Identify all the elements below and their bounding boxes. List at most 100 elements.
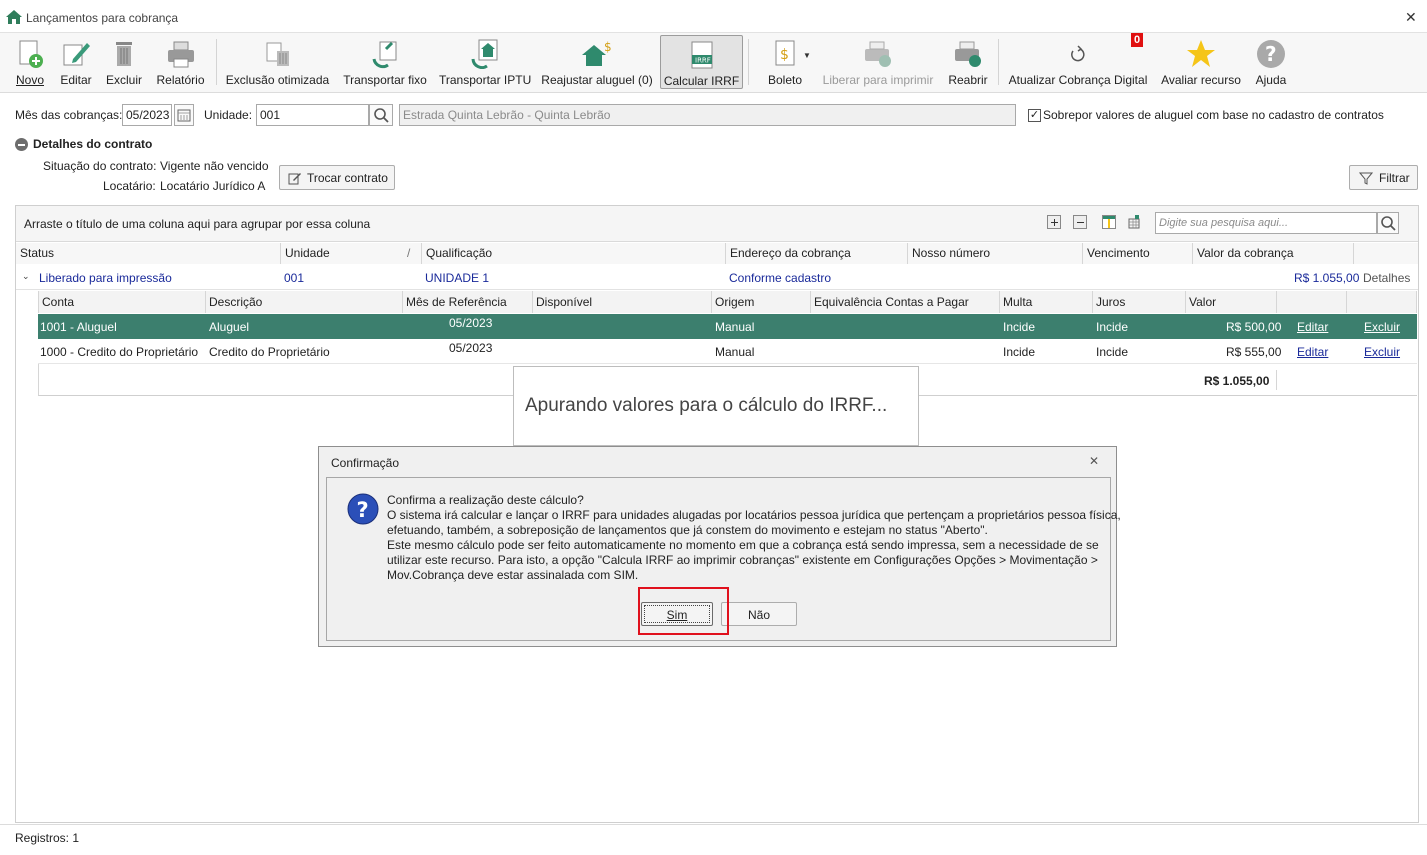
col-header-qualificacao[interactable]: Qualificação	[422, 243, 726, 264]
chevron-down-icon[interactable]: ⌄	[22, 271, 30, 282]
transportar-fixo-button[interactable]: Transportar fixo	[340, 35, 430, 89]
toolbar: Novo Editar Excluir Relatório Exclusão o…	[0, 33, 1427, 93]
svg-text:$: $	[604, 40, 612, 54]
group-panel: Arraste o título de uma coluna aqui para…	[16, 206, 1418, 242]
progress-text: Apurando valores para o cálculo do IRRF.…	[525, 395, 888, 416]
table-row[interactable]: 1001 - Aluguel Aluguel 05/2023 Manual In…	[38, 314, 1417, 339]
question-icon: ?	[347, 493, 379, 525]
house-money-icon: $	[582, 39, 612, 69]
registros-count: Registros: 1	[15, 831, 80, 845]
help-icon: ?	[1256, 39, 1286, 69]
window-title: Lançamentos para cobrança	[26, 11, 179, 25]
liberar-para-imprimir-button[interactable]: Liberar para imprimir	[820, 35, 936, 89]
sub-col-header-disponivel[interactable]: Disponível	[533, 291, 712, 313]
edit-icon	[288, 173, 301, 185]
filtrar-button[interactable]: Filtrar	[1349, 165, 1418, 190]
expand-all-icon[interactable]	[1047, 215, 1061, 229]
detalhes-link[interactable]: Detalhes	[1363, 271, 1410, 285]
col-header-endereco[interactable]: Endereço da cobrança	[726, 243, 908, 264]
progress-panel: Apurando valores para o cálculo do IRRF.…	[513, 366, 919, 446]
relatorio-button[interactable]: Relatório	[153, 35, 208, 89]
dialog-message: Confirma a realização deste cálculo? O s…	[387, 493, 1121, 582]
dialog-close-icon[interactable]: ✕	[1089, 454, 1099, 468]
boleto-button[interactable]: $ Boleto	[756, 35, 822, 89]
col-header-unidade[interactable]: Unidade /	[281, 243, 422, 264]
col-header-vencimento[interactable]: Vencimento	[1083, 243, 1193, 264]
unidade-label: Unidade:	[204, 108, 253, 122]
locatario-label: Locatário:	[103, 179, 156, 193]
title-bar: Lançamentos para cobrança ✕	[0, 0, 1427, 33]
unidade-input[interactable]: 001	[256, 104, 369, 126]
total-value: R$ 1.055,00	[1204, 374, 1270, 388]
mes-input[interactable]: 05/2023	[122, 104, 172, 126]
printer-reopen-icon	[953, 39, 983, 69]
editar-button[interactable]: Editar	[56, 35, 96, 89]
transport-icon	[370, 39, 400, 69]
grid-search-icon[interactable]	[1377, 212, 1399, 234]
grid-settings-icon[interactable]	[1127, 215, 1141, 229]
house-document-icon	[470, 39, 500, 70]
dialog-body: ? Confirma a realização deste cálculo? O…	[326, 477, 1121, 641]
new-document-icon	[15, 39, 45, 69]
ajuda-button[interactable]: ? Ajuda	[1252, 35, 1290, 89]
sobrepor-checkbox[interactable]: ✓	[1028, 109, 1041, 122]
excluir-link[interactable]: Excluir	[1364, 345, 1400, 359]
grid-search-input[interactable]: Digite sua pesquisa aqui...	[1155, 212, 1377, 234]
notification-badge: 0	[1131, 33, 1143, 47]
sub-col-header-conta[interactable]: Conta	[38, 291, 206, 313]
locatario-value: Locatário Jurídico A	[160, 179, 266, 193]
editar-link[interactable]: Editar	[1297, 320, 1328, 334]
boleto-dropdown-icon[interactable]: ▼	[803, 51, 811, 60]
close-icon[interactable]: ✕	[1405, 9, 1417, 26]
col-header-valor[interactable]: Valor da cobrança	[1193, 243, 1354, 264]
sub-col-header-valor[interactable]: Valor	[1186, 291, 1277, 313]
confirmation-dialog: Confirmação ✕ ? Confirma a realização de…	[318, 446, 1121, 647]
sub-col-header-mes-referencia[interactable]: Mês de Referência	[403, 291, 533, 313]
pencil-icon	[61, 39, 91, 69]
table-row[interactable]: 1000 - Credito do Proprietário Credito d…	[38, 339, 1417, 364]
reabrir-button[interactable]: Reabrir	[944, 35, 992, 89]
calendar-icon[interactable]	[174, 104, 194, 126]
unidade-description-field: Estrada Quinta Lebrão - Quinta Lebrão	[399, 104, 1016, 126]
novo-button[interactable]: Novo	[10, 35, 50, 89]
home-icon	[6, 10, 22, 24]
highlight-box	[638, 587, 729, 635]
mes-label: Mês das cobranças:	[15, 108, 123, 122]
columns-icon[interactable]	[1102, 215, 1116, 229]
calcular-irrf-button[interactable]: IRRF Calcular IRRF	[660, 35, 743, 89]
sub-col-header-origem[interactable]: Origem	[712, 291, 811, 313]
atualizar-cobranca-digital-button[interactable]: Atualizar Cobrança Digital	[1006, 35, 1150, 89]
sub-col-header-excluir	[1347, 291, 1417, 313]
sobrepor-label: Sobrepor valores de aluguel com base no …	[1043, 108, 1384, 122]
situacao-value: Vigente não vencido	[160, 159, 269, 173]
collapse-all-icon[interactable]	[1073, 215, 1087, 229]
optimized-delete-icon	[263, 39, 293, 69]
excluir-button[interactable]: Excluir	[103, 35, 145, 89]
table-row[interactable]: ⌄ Liberado para impressão 001 UNIDADE 1 …	[16, 265, 1418, 290]
search-icon[interactable]	[369, 104, 393, 126]
collapse-icon[interactable]	[15, 138, 28, 151]
trocar-contrato-button[interactable]: Trocar contrato	[279, 165, 395, 190]
situacao-label: Situação do contrato:	[43, 159, 157, 173]
editar-link[interactable]: Editar	[1297, 345, 1328, 359]
printer-icon	[166, 39, 196, 69]
toolbar-separator	[748, 39, 749, 85]
nao-button[interactable]: Não	[721, 602, 797, 626]
sub-col-header-equivalencia[interactable]: Equivalência Contas a Pagar	[811, 291, 1000, 313]
boleto-icon: $	[770, 39, 822, 69]
sub-col-header-multa[interactable]: Multa	[1000, 291, 1093, 313]
reajustar-aluguel-button[interactable]: $ Reajustar aluguel (0)	[540, 35, 654, 89]
trash-icon	[109, 39, 139, 69]
svg-text:$: $	[780, 47, 789, 63]
refresh-icon	[1063, 39, 1093, 69]
col-header-status[interactable]: Status	[16, 243, 281, 264]
col-header-nosso-numero[interactable]: Nosso número	[908, 243, 1083, 264]
sub-col-header-juros[interactable]: Juros	[1093, 291, 1186, 313]
exclusao-otimizada-button[interactable]: Exclusão otimizada	[224, 35, 331, 89]
sub-col-header-descricao[interactable]: Descrição	[206, 291, 403, 313]
transportar-iptu-button[interactable]: Transportar IPTU	[439, 35, 531, 89]
filter-icon	[1359, 172, 1373, 185]
excluir-link[interactable]: Excluir	[1364, 320, 1400, 334]
avaliar-recurso-button[interactable]: Avaliar recurso	[1158, 35, 1244, 89]
toolbar-separator	[998, 39, 999, 85]
